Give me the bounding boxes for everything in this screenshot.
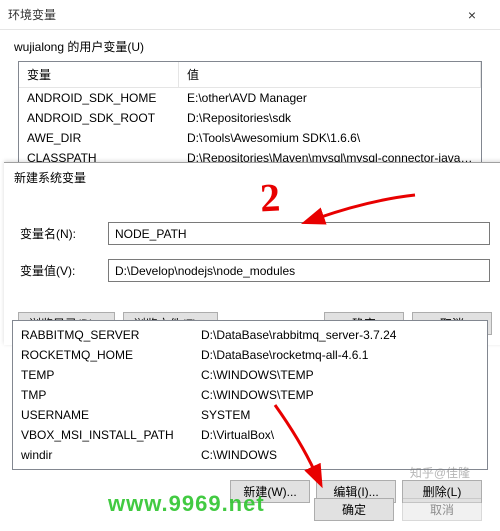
var-name-cell: USERNAME	[13, 407, 193, 423]
var-value-cell: E:\other\AVD Manager	[179, 90, 481, 106]
var-value-input[interactable]	[108, 259, 490, 282]
list-header: 变量 值	[19, 62, 481, 88]
var-value-cell: D:\Repositories\sdk	[179, 110, 481, 126]
var-name-cell: RABBITMQ_SERVER	[13, 327, 193, 343]
var-name-cell: TMP	[13, 387, 193, 403]
table-row[interactable]: windirC:\WINDOWS	[13, 445, 487, 465]
var-value-cell: D:\DataBase\rabbitmq_server-3.7.24	[193, 327, 487, 343]
table-row[interactable]: USERNAMESYSTEM	[13, 405, 487, 425]
var-value-cell: D:\Tools\Awesomium SDK\1.6.6\	[179, 130, 481, 146]
table-row[interactable]: RABBITMQ_SERVERD:\DataBase\rabbitmq_serv…	[13, 325, 487, 345]
table-row[interactable]: VBOX_MSI_INSTALL_PATHD:\VirtualBox\	[13, 425, 487, 445]
var-value-cell: C:\WINDOWS\TEMP	[193, 367, 487, 383]
new-system-variable-dialog: 新建系统变量 变量名(N): 变量值(V): 浏览目录(D)... 浏览文件(F…	[4, 162, 500, 345]
footer-buttons: 确定 取消	[314, 498, 482, 521]
var-value-cell: SYSTEM	[193, 407, 487, 423]
table-row[interactable]: ANDROID_SDK_ROOTD:\Repositories\sdk	[19, 108, 481, 128]
col-name-header[interactable]: 变量	[19, 62, 179, 87]
table-row[interactable]: ROCKETMQ_HOMED:\DataBase\rocketmq-all-4.…	[13, 345, 487, 365]
ok-button[interactable]: 确定	[314, 498, 394, 521]
table-row[interactable]: AWE_DIRD:\Tools\Awesomium SDK\1.6.6\	[19, 128, 481, 148]
var-name-label: 变量名(N):	[20, 225, 94, 242]
var-name-cell: windir	[13, 447, 193, 463]
table-row[interactable]: TEMPC:\WINDOWS\TEMP	[13, 365, 487, 385]
var-value-cell: D:\VirtualBox\	[193, 427, 487, 443]
table-row[interactable]: ANDROID_SDK_HOMEE:\other\AVD Manager	[19, 88, 481, 108]
window-title: 环境变量	[8, 6, 56, 23]
var-value-cell: C:\WINDOWS	[193, 447, 487, 463]
var-name-cell: AWE_DIR	[19, 130, 179, 146]
user-variables-list[interactable]: 变量 值 ANDROID_SDK_HOMEE:\other\AVD Manage…	[18, 61, 482, 169]
table-row[interactable]: TMPC:\WINDOWS\TEMP	[13, 385, 487, 405]
new-button[interactable]: 新建(W)...	[230, 480, 310, 503]
var-name-cell: TEMP	[13, 367, 193, 383]
titlebar: 环境变量 ×	[0, 0, 500, 30]
var-name-cell: VBOX_MSI_INSTALL_PATH	[13, 427, 193, 443]
var-name-cell: ROCKETMQ_HOME	[13, 347, 193, 363]
var-value-cell: C:\WINDOWS\TEMP	[193, 387, 487, 403]
var-name-cell: ANDROID_SDK_HOME	[19, 90, 179, 106]
system-variables-section: RABBITMQ_SERVERD:\DataBase\rabbitmq_serv…	[12, 320, 488, 509]
system-variables-list[interactable]: RABBITMQ_SERVERD:\DataBase\rabbitmq_serv…	[12, 320, 488, 470]
user-group-label: wujialong 的用户变量(U)	[14, 38, 486, 55]
col-value-header[interactable]: 值	[179, 62, 481, 87]
user-variables-section: wujialong 的用户变量(U) 变量 值 ANDROID_SDK_HOME…	[0, 30, 500, 173]
var-name-input[interactable]	[108, 222, 490, 245]
var-name-cell: ANDROID_SDK_ROOT	[19, 110, 179, 126]
close-icon[interactable]: ×	[452, 7, 492, 23]
var-value-label: 变量值(V):	[20, 262, 94, 279]
dialog-title: 新建系统变量	[4, 163, 500, 192]
cancel-button[interactable]: 取消	[402, 498, 482, 521]
var-value-cell: D:\DataBase\rocketmq-all-4.6.1	[193, 347, 487, 363]
